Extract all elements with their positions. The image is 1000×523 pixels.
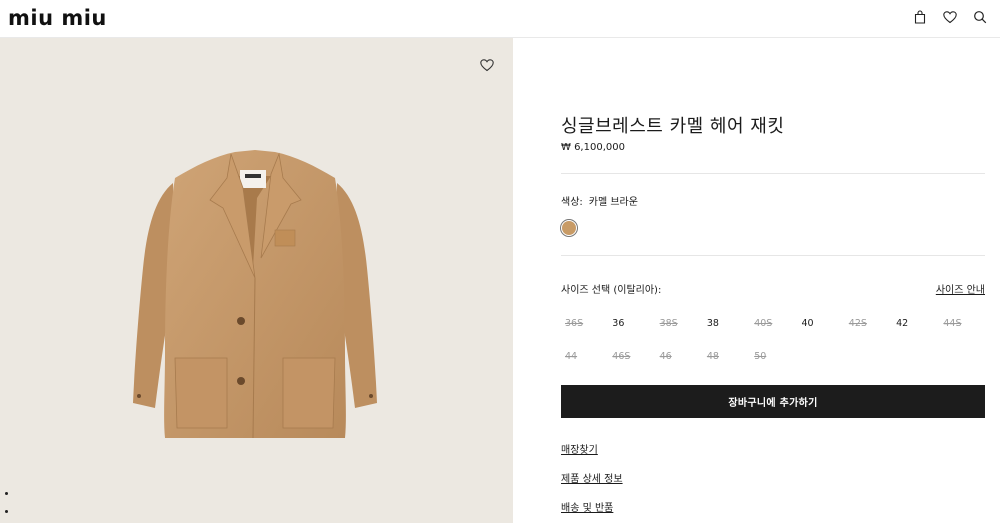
size-option: 50 xyxy=(754,351,767,362)
size-option: 40S xyxy=(754,318,773,329)
bag-icon[interactable] xyxy=(912,9,928,25)
size-option: 38S xyxy=(659,318,678,329)
product-title: 싱글브레스트 카멜 헤어 재킷 xyxy=(561,116,785,137)
carousel-dots xyxy=(5,492,8,523)
size-option: 44S xyxy=(943,318,962,329)
miu-miu-logo[interactable]: miu miu xyxy=(8,7,107,29)
shipping-returns-link[interactable]: 배송 및 반품 xyxy=(561,499,613,514)
divider xyxy=(561,173,985,174)
heart-icon[interactable] xyxy=(942,9,958,25)
camel-jacket-image xyxy=(133,150,377,439)
header-icons xyxy=(912,9,988,25)
store-locator-link[interactable]: 매장찾기 xyxy=(561,441,598,456)
size-option: 42S xyxy=(848,318,867,329)
size-option[interactable]: 42 xyxy=(892,317,939,331)
size-option: 36S xyxy=(565,318,584,329)
search-icon[interactable] xyxy=(972,9,988,25)
divider xyxy=(561,255,985,256)
color-value: 카멜 브라운 xyxy=(588,197,638,208)
product-image[interactable] xyxy=(0,38,513,523)
size-option[interactable]: 38 xyxy=(703,317,750,331)
size-options: 36S 36 38S 38 40S 40 42S 42 44S 44 46S 46 48 50 xyxy=(561,317,985,364)
size-option: 46 xyxy=(659,351,672,362)
product-price: ₩ 6,100,000 xyxy=(561,142,625,153)
size-guide-link[interactable]: 사이즈 안내 xyxy=(936,281,985,296)
size-option: 44 xyxy=(565,351,578,362)
color-swatch-selected[interactable] xyxy=(560,219,578,237)
wishlist-heart-icon[interactable] xyxy=(479,57,495,73)
carousel-dot[interactable] xyxy=(5,492,8,495)
size-option[interactable]: 36 xyxy=(608,317,655,331)
product-details-link[interactable]: 제품 상세 정보 xyxy=(561,470,623,485)
site-header: miu miu xyxy=(0,0,1000,38)
add-to-cart-button[interactable]: 장바구니에 추가하기 xyxy=(561,385,985,418)
color-label: 색상: xyxy=(561,197,583,208)
size-option: 48 xyxy=(706,351,719,362)
size-option: 46S xyxy=(612,351,631,362)
size-select-label: 사이즈 선택 (이탈리아): xyxy=(561,285,662,296)
color-row: 색상: 카멜 브라운 xyxy=(561,193,638,208)
carousel-dot[interactable] xyxy=(5,510,8,513)
color-swatch[interactable] xyxy=(562,221,576,235)
size-option[interactable]: 40 xyxy=(797,317,844,331)
